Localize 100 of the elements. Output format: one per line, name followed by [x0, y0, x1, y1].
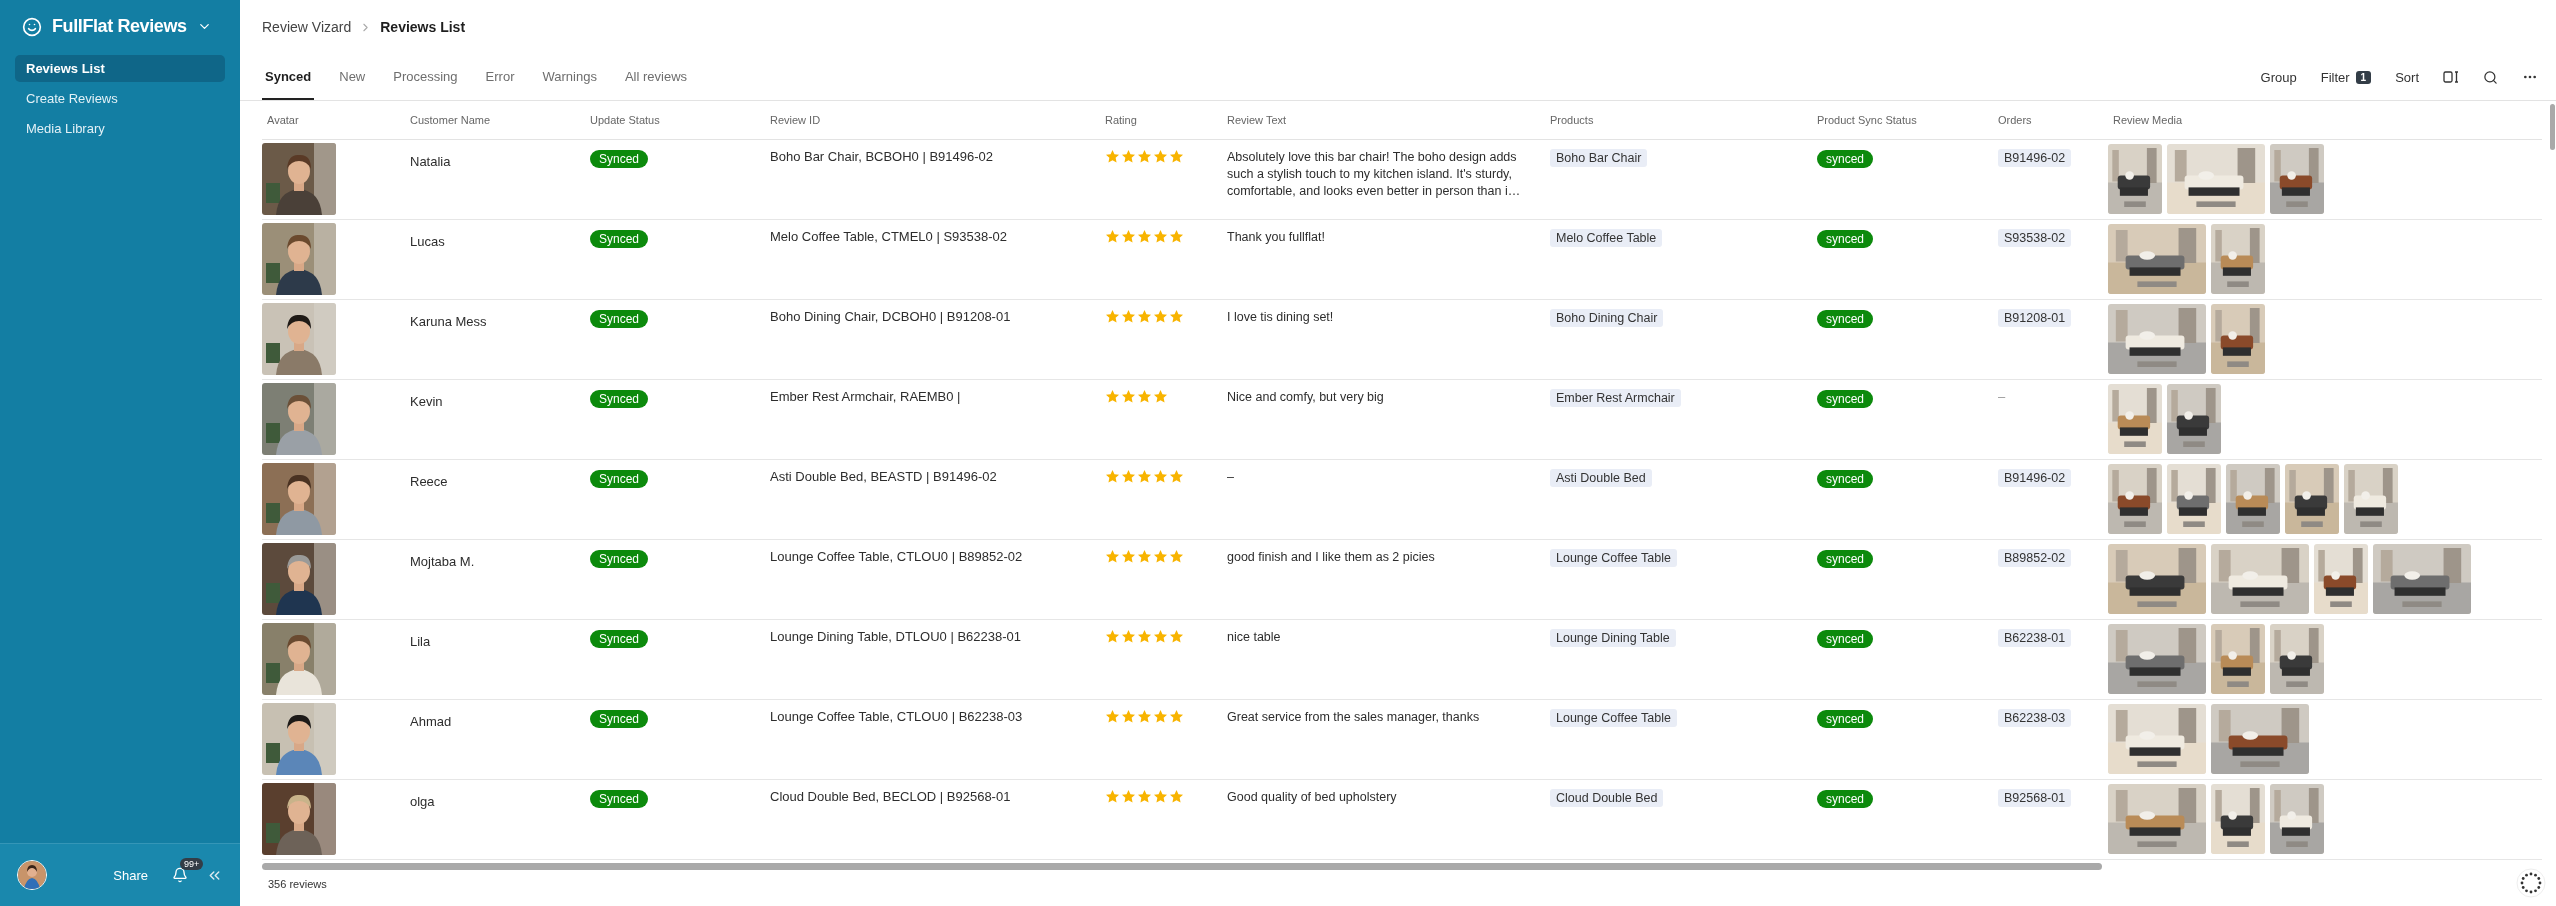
star-icon — [1105, 389, 1120, 404]
group-button[interactable]: Group — [2260, 69, 2297, 85]
star-icon — [1105, 549, 1120, 564]
table-cell-text: olga — [409, 794, 435, 809]
star-icon — [1105, 229, 1120, 244]
status-badge: synced — [1817, 470, 1874, 488]
star-icon — [1137, 229, 1152, 244]
table-cell-text: Nice and comfy, but very big — [1226, 389, 1385, 406]
status-badge: synced — [1817, 630, 1874, 648]
breadcrumb-item: Reviews List — [380, 19, 466, 35]
column-header[interactable]: Avatar — [262, 114, 299, 126]
smiley-icon — [22, 16, 42, 37]
column-header[interactable]: Product Sync Status — [1812, 114, 1917, 126]
order-tag: B91496-02 — [1998, 469, 2072, 487]
star-icon — [1105, 709, 1120, 724]
status-badge: synced — [1817, 150, 1874, 168]
column-header[interactable]: Review Media — [2108, 114, 2183, 126]
star-icon — [1169, 149, 1184, 164]
horizontal-scrollbar[interactable] — [262, 863, 2102, 870]
column-header[interactable]: Review Text — [1222, 114, 1287, 126]
product-tag: Lounge Dining Table — [1550, 629, 1676, 647]
status-badge: synced — [1817, 310, 1874, 328]
tab[interactable]: All reviews — [621, 54, 691, 100]
status-badge: Synced — [590, 790, 649, 808]
table-cell-text: Kevin — [409, 394, 443, 409]
sort-button[interactable]: Sort — [2395, 69, 2419, 85]
product-tag: Ember Rest Armchair — [1550, 389, 1681, 407]
product-tag: Lounge Coffee Table — [1550, 549, 1677, 567]
tab[interactable]: New — [336, 54, 369, 100]
column-header[interactable]: Orders — [1993, 114, 2032, 126]
sidebar-item[interactable]: Media Library — [15, 115, 225, 142]
bell-icon[interactable] — [172, 867, 188, 883]
status-badge: Synced — [590, 390, 649, 408]
star-icon — [1153, 309, 1168, 324]
sidebar-item[interactable]: Create Reviews — [15, 85, 225, 112]
status-badge: synced — [1817, 230, 1874, 248]
order-tag: S93538-02 — [1998, 229, 2072, 247]
order-tag: B62238-01 — [1998, 629, 2072, 647]
breadcrumb-item[interactable]: Review Vizard — [262, 19, 352, 35]
table-cell-text: Thank you fullflat! — [1226, 229, 1326, 246]
table-cell-text: Boho Dining Chair, DCBOH0 | B91208-01 — [769, 309, 1011, 324]
tab[interactable]: Synced — [262, 54, 315, 100]
table-cell-text: Good quality of bed upholstery — [1226, 789, 1398, 806]
table-cell-text: Melo Coffee Table, CTMEL0 | S93538-02 — [769, 229, 1008, 244]
sidebar-item[interactable]: Reviews List — [15, 55, 225, 82]
star-icon — [1121, 789, 1136, 804]
star-icon — [1153, 389, 1168, 404]
star-icon — [1153, 709, 1168, 724]
star-icon — [1153, 789, 1168, 804]
notification-badge: 99+ — [180, 858, 204, 870]
order-tag: B89852-02 — [1998, 549, 2072, 567]
table-cell-text: Reece — [409, 474, 448, 489]
star-icon — [1169, 229, 1184, 244]
share-button[interactable]: Share — [113, 867, 148, 883]
star-icon — [1137, 629, 1152, 644]
table-cell-text: Lucas — [409, 234, 445, 249]
status-badge: Synced — [590, 150, 649, 168]
column-header[interactable]: Rating — [1100, 114, 1137, 126]
table-cell-text: Lounge Dining Table, DTLOU0 | B62238-01 — [769, 629, 1022, 644]
status-badge: Synced — [590, 710, 649, 728]
search-icon[interactable] — [2483, 69, 2498, 85]
column-header[interactable]: Update Status — [585, 114, 660, 126]
star-icon — [1105, 149, 1120, 164]
column-header[interactable]: Products — [1545, 114, 1594, 126]
table-cell-text: nice table — [1226, 629, 1282, 646]
product-tag: Melo Coffee Table — [1550, 229, 1663, 247]
user-avatar[interactable] — [17, 860, 47, 890]
table-cell-text: Great service from the sales manager, thanks — [1226, 709, 1481, 726]
table-cell-text: Boho Bar Chair, BCBOH0 | B91496-02 — [769, 149, 994, 164]
table-cell-text: Mojtaba M. — [409, 554, 475, 569]
column-header[interactable]: Customer Name — [405, 114, 491, 126]
columns-icon[interactable] — [2443, 70, 2459, 84]
column-header[interactable]: Review ID — [765, 114, 821, 126]
star-icon — [1153, 549, 1168, 564]
tab[interactable]: Error — [482, 54, 518, 100]
product-tag: Boho Dining Chair — [1550, 309, 1664, 327]
table-cell-text: I love tis dining set! — [1226, 309, 1335, 326]
table-cell-text: Natalia — [409, 154, 451, 169]
star-icon — [1105, 309, 1120, 324]
status-badge: Synced — [590, 230, 649, 248]
product-tag: Asti Double Bed — [1550, 469, 1652, 487]
table-cell-text: Karuna Mess — [409, 314, 487, 329]
table-cell-text: Ahmad — [409, 714, 452, 729]
star-icon — [1137, 789, 1152, 804]
star-icon — [1169, 629, 1184, 644]
status-badge: synced — [1817, 710, 1874, 728]
tab[interactable]: Warnings — [539, 54, 600, 100]
vertical-scrollbar[interactable] — [2550, 104, 2555, 150]
filter-button[interactable]: Filter 1 — [2320, 69, 2372, 85]
tab[interactable]: Processing — [390, 54, 461, 100]
order-tag: B62238-03 — [1998, 709, 2072, 727]
star-icon — [1137, 709, 1152, 724]
star-icon — [1121, 549, 1136, 564]
star-icon — [1169, 309, 1184, 324]
table-cell-text: Asti Double Bed, BEASTD | B91496-02 — [769, 469, 997, 484]
order-tag: B91208-01 — [1998, 309, 2072, 327]
table-cell-text: Lila — [409, 634, 431, 649]
status-badge: Synced — [590, 550, 649, 568]
table-cell-text: – — [1997, 389, 2006, 404]
star-icon — [1121, 709, 1136, 724]
